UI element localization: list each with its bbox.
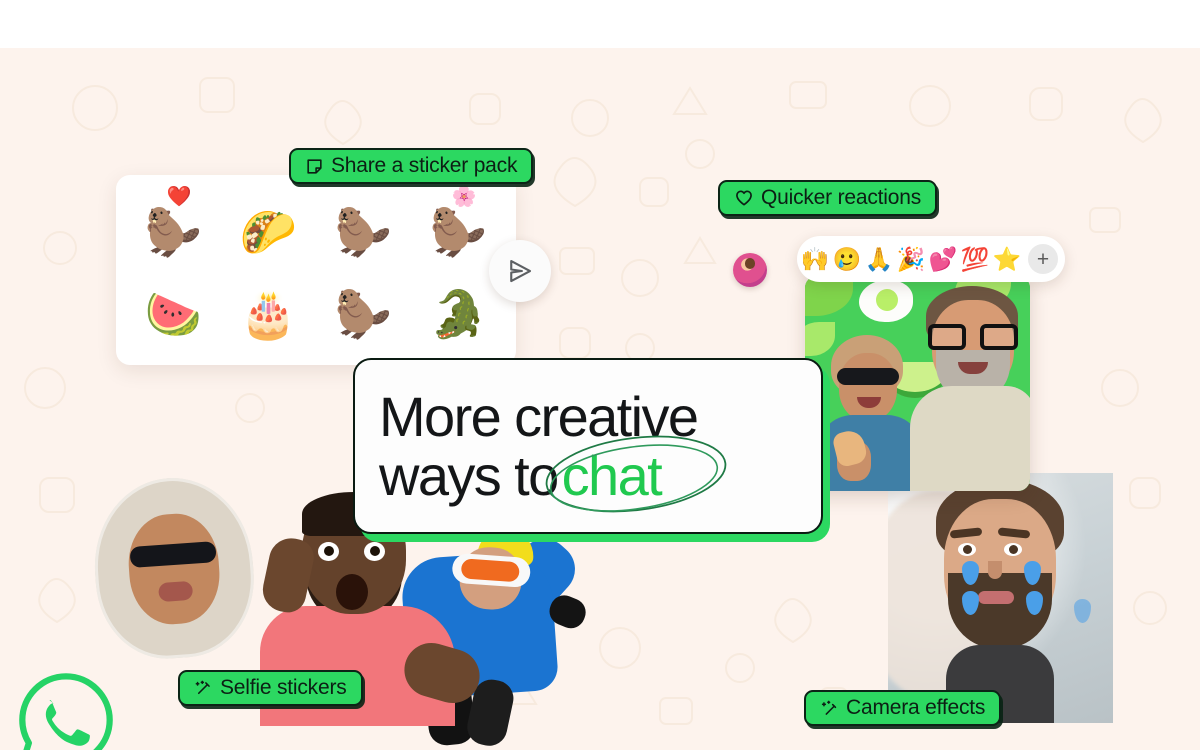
label-text: Camera effects bbox=[846, 696, 986, 719]
headline-highlight: chat bbox=[561, 444, 663, 507]
capybara-sticker: 🍉 bbox=[144, 288, 203, 340]
label-text: Selfie stickers bbox=[220, 676, 347, 699]
heart-emoji: ❤️ bbox=[166, 186, 192, 208]
video-call-tile[interactable] bbox=[805, 276, 1030, 491]
sunglasses bbox=[837, 368, 899, 385]
send-paper-plane-icon bbox=[510, 259, 532, 283]
sticker-item[interactable]: 🍉 bbox=[126, 273, 221, 355]
promo-canvas: ❤️ 🦫 🌮 🦫 🌸 🦫 🍉 🎂 🦫 🐊 Share a sticker pac… bbox=[0, 0, 1200, 750]
ski-goggles bbox=[451, 552, 532, 589]
capybara-sticker: 🦫 bbox=[429, 206, 488, 258]
top-white-bar bbox=[0, 0, 1200, 48]
eye bbox=[1004, 543, 1022, 556]
sticker-item[interactable]: ❤️ 🦫 bbox=[126, 187, 221, 273]
headline-line-2: ways to chat bbox=[379, 435, 797, 513]
sticker-icon bbox=[307, 158, 322, 174]
reaction-sender-avatar bbox=[733, 253, 767, 287]
label-camera-effects[interactable]: Camera effects bbox=[804, 690, 1002, 726]
raised-hand bbox=[258, 534, 318, 616]
headline-card: More creative ways to chat bbox=[353, 358, 823, 534]
reaction-emoji[interactable]: 🥲 bbox=[832, 247, 862, 271]
reaction-emoji[interactable]: ⭐ bbox=[992, 247, 1022, 271]
label-quicker-reactions[interactable]: Quicker reactions bbox=[718, 180, 937, 216]
heart-outline-icon bbox=[736, 190, 752, 206]
sticker-tray[interactable]: ❤️ 🦫 🌮 🦫 🌸 🦫 🍉 🎂 🦫 🐊 bbox=[116, 175, 516, 365]
reaction-emoji[interactable]: 🙏 bbox=[864, 247, 894, 271]
reaction-emoji[interactable]: 🙌 bbox=[800, 247, 830, 271]
eye bbox=[364, 542, 385, 561]
add-reaction-button[interactable]: + bbox=[1028, 244, 1058, 274]
selfie-cutout-hood[interactable] bbox=[88, 472, 260, 664]
label-text: Quicker reactions bbox=[761, 186, 921, 209]
eye bbox=[958, 543, 976, 556]
capybara-sticker: 🐊 bbox=[429, 288, 488, 340]
label-share-sticker-pack[interactable]: Share a sticker pack bbox=[289, 148, 534, 184]
sticker-item[interactable]: 🦫 bbox=[316, 273, 411, 355]
send-button[interactable] bbox=[489, 240, 551, 302]
eyeglasses bbox=[928, 324, 1018, 350]
capybara-sticker: 🦫 bbox=[334, 288, 393, 340]
whatsapp-logo bbox=[19, 673, 113, 750]
reaction-emoji[interactable]: 🎉 bbox=[896, 247, 926, 271]
capybara-sticker: 🦫 bbox=[334, 206, 393, 258]
open-mouth bbox=[336, 574, 368, 610]
sticker-item[interactable]: 🦫 bbox=[316, 191, 411, 273]
sticker-item[interactable]: 🌮 bbox=[221, 191, 316, 273]
capybara-sticker: 🦫 bbox=[144, 206, 203, 258]
reaction-emoji[interactable]: 💕 bbox=[928, 247, 958, 271]
video-participant-right bbox=[910, 286, 1030, 491]
cream-canvas: ❤️ 🦫 🌮 🦫 🌸 🦫 🍉 🎂 🦫 🐊 Share a sticker pac… bbox=[0, 48, 1200, 750]
reaction-emoji[interactable]: 💯 bbox=[960, 247, 990, 271]
magic-wand-sparkle-icon bbox=[195, 680, 210, 694]
reaction-bar[interactable]: 🙌 🥲 🙏 🎉 💕 💯 ⭐ + bbox=[797, 236, 1065, 282]
label-text: Share a sticker pack bbox=[331, 154, 518, 177]
capybara-sticker: 🌮 bbox=[239, 206, 298, 258]
flower-emoji: 🌸 bbox=[451, 186, 477, 208]
capybara-sticker: 🎂 bbox=[239, 288, 298, 340]
egg-graphic bbox=[859, 280, 913, 322]
headline-line-1: More creative bbox=[379, 384, 699, 448]
headline-prefix: ways to bbox=[379, 444, 559, 507]
sticker-grid: ❤️ 🦫 🌮 🦫 🌸 🦫 🍉 🎂 🦫 🐊 bbox=[126, 187, 506, 355]
sticker-item[interactable]: 🎂 bbox=[221, 273, 316, 355]
eye bbox=[318, 542, 339, 561]
label-selfie-stickers[interactable]: Selfie stickers bbox=[178, 670, 363, 706]
camera-effect-photo[interactable] bbox=[888, 473, 1113, 723]
headline-highlight-wrap: chat bbox=[545, 435, 726, 513]
magic-wand-icon bbox=[821, 700, 837, 715]
